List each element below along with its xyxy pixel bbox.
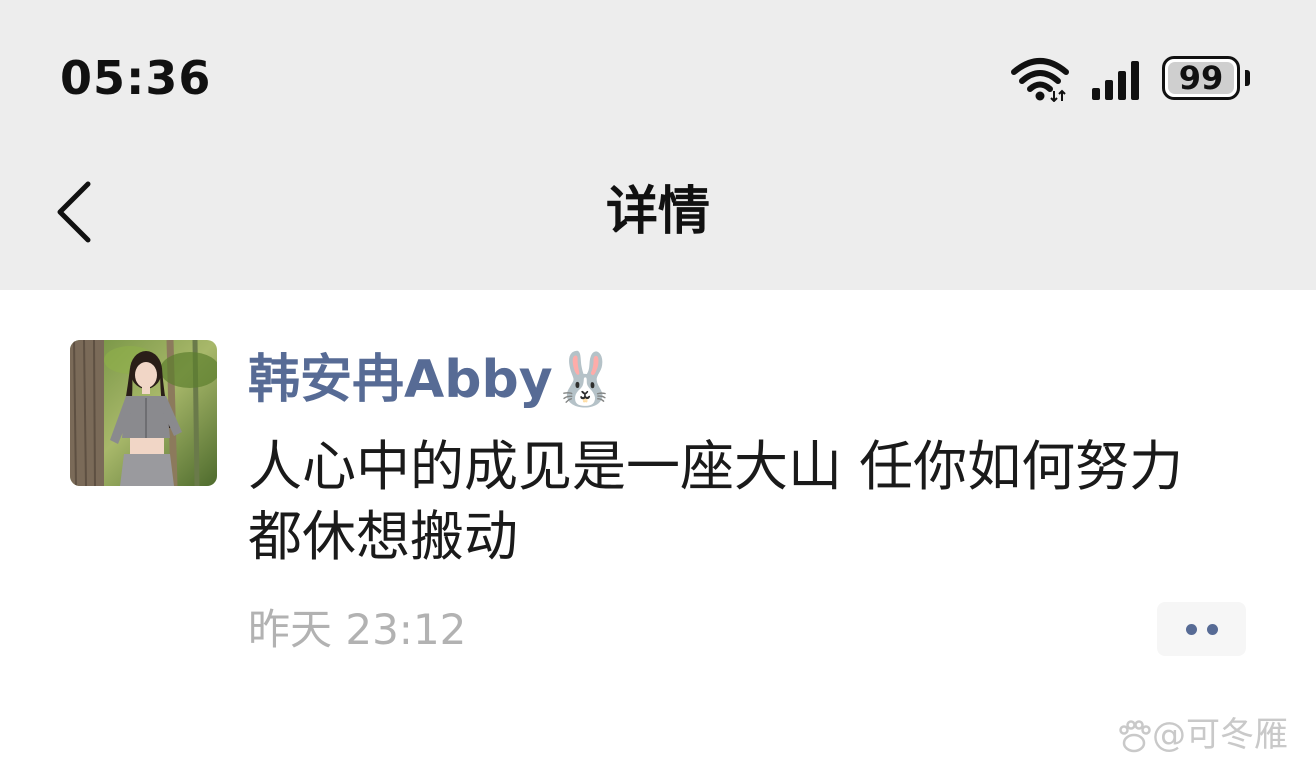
author-name-text: 韩安冉Abby <box>248 350 553 410</box>
wifi-icon <box>1011 58 1069 102</box>
battery-cap <box>1245 70 1250 86</box>
watermark: @可冬雁 <box>1116 712 1288 758</box>
author-name[interactable]: 韩安冉Abby🐰 <box>248 344 617 416</box>
moment-detail-page: 05:36 99 详情 韩安冉Abby🐰 人心中的成见是一座大山 任你如何努力都… <box>0 0 1316 779</box>
post-timestamp: 昨天 23:12 <box>248 605 467 654</box>
battery-percent: 99 <box>1178 59 1224 97</box>
more-actions-button[interactable] <box>1157 602 1246 656</box>
rabbit-emoji-icon: 🐰 <box>552 350 618 410</box>
signal-icon <box>1092 61 1139 100</box>
more-dot <box>1186 624 1197 635</box>
more-dot <box>1207 624 1218 635</box>
status-time: 05:36 <box>60 51 212 105</box>
back-button[interactable] <box>46 176 106 248</box>
post-text: 人心中的成见是一座大山 任你如何努力都休想搬动 <box>248 435 1184 568</box>
page-title: 详情 <box>605 182 710 242</box>
paw-logo-icon <box>1119 719 1151 752</box>
watermark-text: @可冬雁 <box>1152 715 1288 755</box>
battery-icon: 99 <box>1162 56 1240 100</box>
header-area: 05:36 99 详情 <box>0 0 1316 290</box>
avatar[interactable] <box>70 340 217 486</box>
chevron-left-icon <box>57 181 91 243</box>
